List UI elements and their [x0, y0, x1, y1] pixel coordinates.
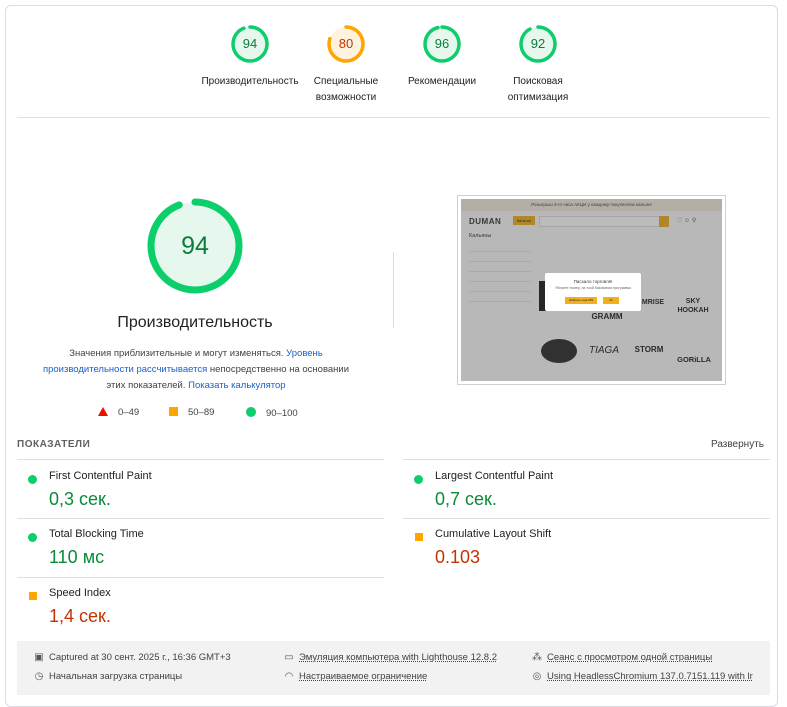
- modal-primary-button: Набрать ещё 999: [565, 297, 597, 304]
- gauge-label: Производительность: [195, 74, 305, 90]
- metric-title: Speed Index: [49, 587, 111, 599]
- metric-divider: [17, 577, 384, 578]
- timer-icon: ◷: [34, 671, 44, 682]
- legend-range: 50–89: [188, 407, 215, 418]
- session-info[interactable]: ⁂ Сеанс с просмотром одной страницы: [531, 652, 712, 663]
- metric-value: 110 мс: [49, 547, 105, 567]
- metric-divider: [17, 459, 384, 460]
- modal-subtitle: Уберите номер, на тоой базования програм…: [555, 286, 631, 290]
- laptop-icon: ▭: [284, 652, 294, 663]
- session-text: Сеанс с просмотром одной страницы: [547, 652, 713, 663]
- gauge-score: 92: [530, 36, 546, 51]
- performance-description: Значения приблизительные и могут изменят…: [38, 346, 354, 394]
- load-text: Начальная загрузка страницы: [49, 671, 183, 682]
- legend-fail: 0–49: [98, 407, 139, 418]
- circle-icon: [246, 407, 256, 417]
- chromium-icon: ◎: [532, 671, 542, 682]
- runtime-settings: ▣ Captured at 30 сент. 2025 г., 16:36 GMT…: [17, 641, 770, 695]
- nodes-icon: ⁂: [532, 652, 542, 663]
- browser-info[interactable]: ◎ Using HeadlessChromium 137.0.7151.119 w…: [531, 671, 753, 682]
- description-text: Значения приблизительные и могут изменят…: [69, 348, 287, 359]
- emulation-info[interactable]: ▭ Эмуляция компьютера with Lighthouse 12.…: [283, 652, 497, 663]
- gauge-label-line: возможности: [315, 92, 377, 103]
- gauge-ring: 92: [516, 22, 560, 66]
- performance-title: Производительность: [117, 314, 273, 331]
- gauge-accessibility[interactable]: 80 Специальные возможности: [291, 22, 401, 106]
- average-square-icon: [29, 592, 37, 600]
- modal-ok-button: Ок: [603, 297, 619, 304]
- popup-modal: Пасхало торговля! Уберите номер, на тоой…: [545, 273, 641, 311]
- captured-info: ▣ Captured at 30 сент. 2025 г., 16:36 GMT…: [33, 652, 231, 663]
- performance-score: 94: [181, 232, 209, 260]
- calendar-icon: ▣: [34, 652, 44, 663]
- wifi-icon: ◠: [284, 671, 294, 682]
- pass-circle-icon: [28, 475, 37, 484]
- gauge-ring: 94: [228, 22, 272, 66]
- gauge-label-line: Специальные: [313, 76, 379, 87]
- gauge-label: Поисковая оптимизация: [483, 74, 593, 106]
- average-square-icon: [415, 533, 423, 541]
- legend-pass: 90–100: [246, 407, 298, 419]
- divider: [17, 117, 770, 118]
- gauge-best-practices[interactable]: 96 Рекомендации: [387, 22, 497, 90]
- performance-gauge: 94: [146, 197, 244, 295]
- gauge-score: 80: [338, 36, 354, 51]
- pass-circle-icon: [28, 533, 37, 542]
- calculator-link[interactable]: Показать калькулятор: [188, 380, 285, 391]
- throttling-text: Настраиваемое ограничение: [299, 671, 428, 682]
- load-info: ◷ Начальная загрузка страницы: [33, 671, 183, 682]
- metric-value: 1,4 сек.: [49, 606, 111, 626]
- metric-value: 0.103: [435, 547, 481, 567]
- metric-divider: [403, 459, 770, 460]
- gauge-performance[interactable]: 94 Производительность: [195, 22, 305, 90]
- page-screenshot[interactable]: Розыгрыш 3-го часа АКЦИ у каждому покупа…: [457, 195, 726, 385]
- vertical-divider: [393, 252, 394, 328]
- gauge-seo[interactable]: 92 Поисковая оптимизация: [483, 22, 593, 106]
- metric-title: Largest Contentful Paint: [435, 470, 554, 482]
- pass-circle-icon: [414, 475, 423, 484]
- captured-text: Captured at 30 сент. 2025 г., 16:36 GMT+…: [49, 652, 231, 663]
- gauge-score: 94: [242, 36, 258, 51]
- triangle-icon: [98, 407, 108, 416]
- metric-divider: [403, 518, 770, 519]
- gauge-label: Рекомендации: [387, 74, 497, 90]
- metric-title: First Contentful Paint: [49, 470, 152, 482]
- gauge-label-line: Производительность: [201, 76, 299, 87]
- metric-title: Total Blocking Time: [49, 528, 144, 540]
- emulation-text: Эмуляция компьютера with Lighthouse 12.8…: [299, 652, 498, 663]
- gauge-ring: 80: [324, 22, 368, 66]
- legend-range: 0–49: [118, 407, 140, 418]
- throttling-info[interactable]: ◠ Настраиваемое ограничение: [283, 671, 428, 682]
- category-gauges: 94 Производительность 80 Специальные возм…: [0, 0, 787, 110]
- metric-divider: [17, 518, 384, 519]
- gauge-ring: 96: [420, 22, 464, 66]
- legend-range: 90–100: [266, 408, 298, 419]
- expand-toggle[interactable]: Развернуть: [711, 439, 764, 450]
- metric-title: Cumulative Layout Shift: [435, 528, 552, 540]
- screenshot-content: Розыгрыш 3-го часа АКЦИ у каждому покупа…: [461, 199, 722, 381]
- legend-average: 50–89: [169, 407, 214, 418]
- gauge-label: Специальные возможности: [291, 74, 401, 106]
- metrics-heading: ПОКАЗАТЕЛИ: [17, 439, 91, 450]
- metric-value: 0,3 сек.: [49, 489, 111, 509]
- gauge-score: 96: [434, 36, 450, 51]
- browser-text: Using HeadlessChromium 137.0.7151.119 wi…: [547, 671, 753, 682]
- modal-title: Пасхало торговля!: [573, 279, 613, 284]
- metric-value: 0,7 сек.: [435, 489, 497, 509]
- gauge-label-line: Рекомендации: [407, 76, 477, 87]
- gauge-label-line: Поисковая: [513, 76, 563, 87]
- gauge-label-line: оптимизация: [507, 92, 569, 103]
- square-icon: [169, 407, 178, 416]
